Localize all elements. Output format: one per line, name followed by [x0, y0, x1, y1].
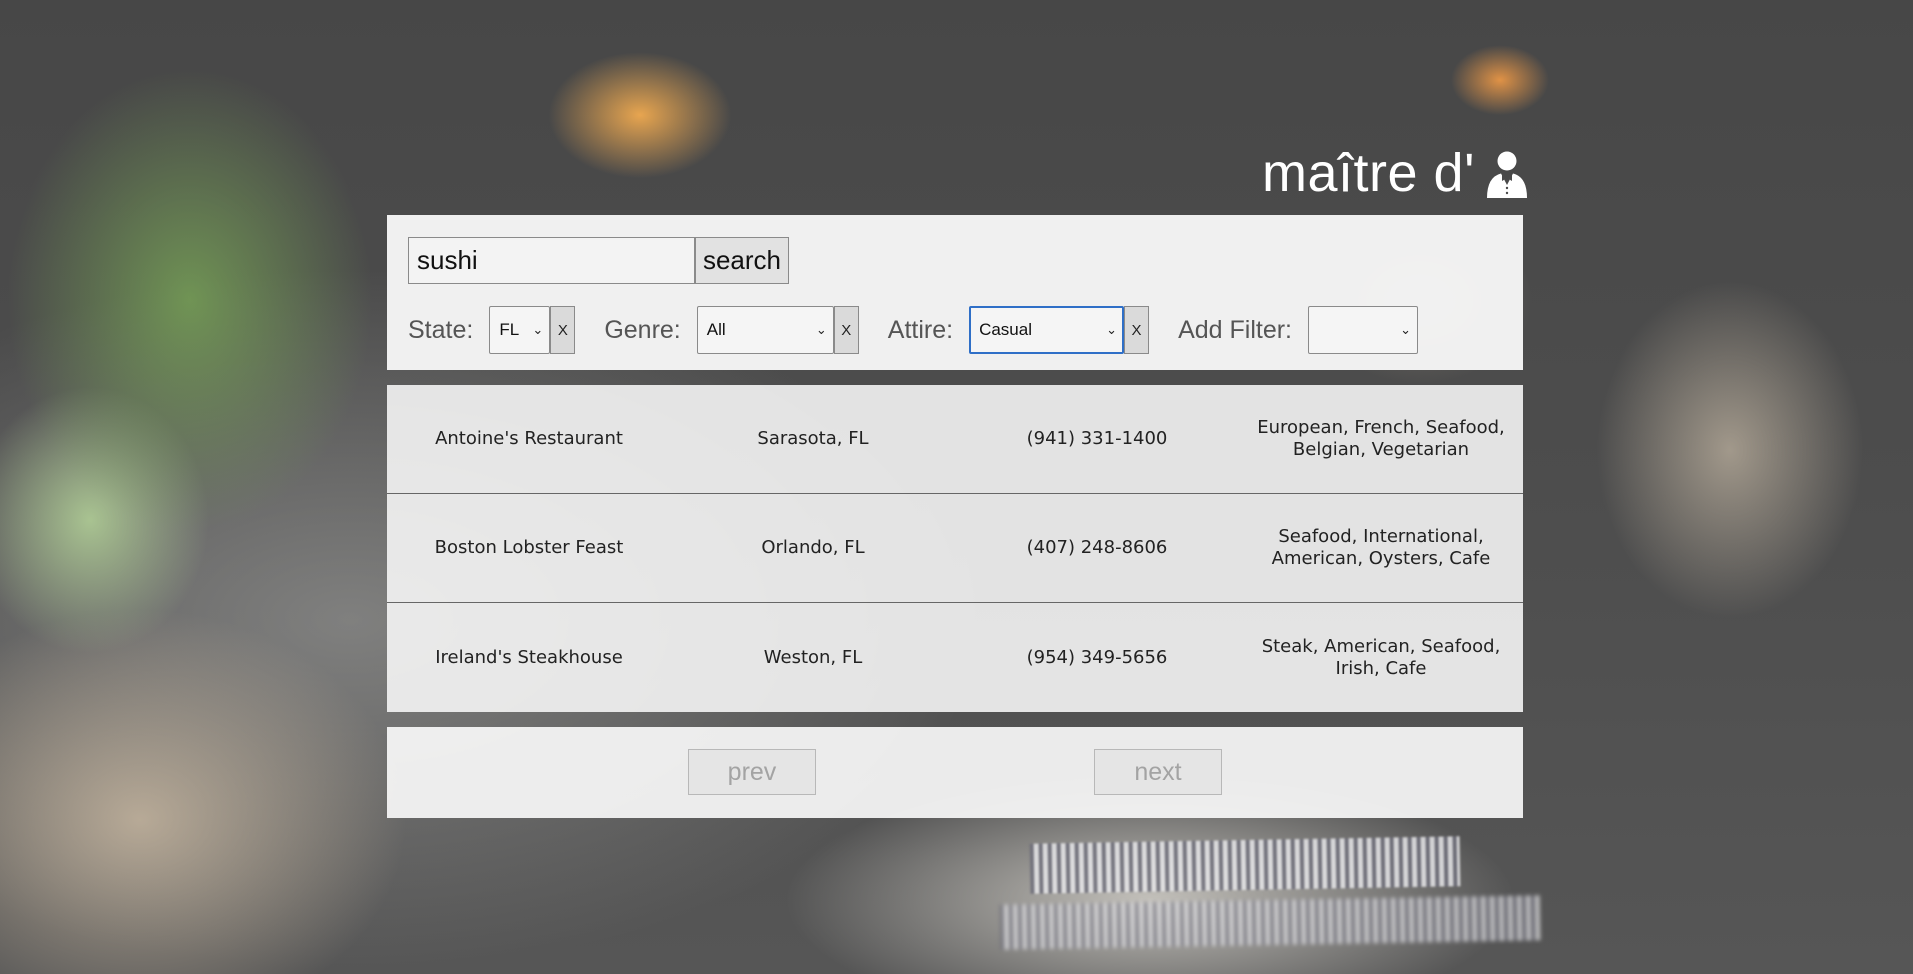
chevron-down-icon: ⌄ — [532, 322, 544, 337]
restaurant-name: Ireland's Steakhouse — [435, 646, 623, 668]
restaurant-location: Weston, FL — [763, 646, 863, 668]
restaurant-location: Sarasota, FL — [757, 428, 869, 449]
restaurant-name: Antoine's Restaurant — [435, 428, 623, 449]
restaurant-cuisine: European, French, Seafood, Belgian, Vege… — [1257, 417, 1505, 460]
attire-select[interactable]: Casual ⌄ — [969, 306, 1125, 354]
result-row[interactable]: Boston Lobster Feast Orlando, FL (407) 2… — [387, 494, 1523, 603]
restaurant-phone: (941) 331-1400 — [1026, 428, 1168, 449]
brand-name: maître d' — [1262, 143, 1475, 203]
restaurant-phone: (954) 349-5656 — [1026, 646, 1168, 668]
clear-genre-button[interactable]: X — [833, 306, 859, 354]
restaurant-location: Orlando, FL — [761, 537, 865, 558]
restaurant-name: Boston Lobster Feast — [434, 537, 624, 558]
chevron-down-icon: ⌄ — [815, 322, 827, 337]
background-napkin — [999, 895, 1541, 950]
state-select[interactable]: FL ⌄ — [489, 306, 551, 354]
restaurant-phone: (407) 248-8606 — [1026, 537, 1168, 558]
results-list: Antoine's Restaurant Sarasota, FL (941) … — [387, 385, 1523, 712]
chevron-down-icon: ⌄ — [1106, 322, 1118, 337]
restaurant-cuisine: Seafood, International, American, Oyster… — [1271, 526, 1491, 569]
search-bar: search — [408, 237, 789, 284]
add-filter-select[interactable]: ⌄ — [1308, 306, 1418, 354]
genre-select[interactable]: All ⌄ — [696, 306, 834, 354]
state-select-value: FL — [499, 320, 520, 339]
pagination-bar: prev next — [387, 727, 1523, 818]
filter-bar: State: FL ⌄ X Genre: All ⌄ X Attire: Cas… — [408, 306, 1418, 354]
background-napkin — [1029, 836, 1461, 894]
attire-filter-label: Attire: — [887, 315, 954, 344]
genre-filter-label: Genre: — [604, 315, 681, 344]
search-input[interactable] — [408, 237, 695, 284]
restaurant-cuisine: Steak, American, Seafood, Irish, Cafe — [1261, 635, 1501, 679]
result-row[interactable]: Antoine's Restaurant Sarasota, FL (941) … — [387, 385, 1523, 494]
genre-select-value: All — [706, 320, 726, 339]
next-button[interactable]: next — [1094, 749, 1222, 795]
clear-state-button[interactable]: X — [550, 306, 576, 354]
clear-attire-button[interactable]: X — [1124, 306, 1150, 354]
add-filter-label: Add Filter: — [1178, 315, 1292, 344]
search-panel: search State: FL ⌄ X Genre: All ⌄ X Atti… — [387, 215, 1523, 370]
prev-button[interactable]: prev — [688, 749, 816, 795]
chevron-down-icon: ⌄ — [1400, 322, 1411, 337]
brand-logo: maître d' — [1262, 138, 1529, 208]
attire-select-value: Casual — [979, 320, 1032, 339]
result-row[interactable]: Ireland's Steakhouse Weston, FL (954) 34… — [387, 603, 1523, 712]
waiter-icon — [1485, 148, 1529, 198]
search-button[interactable]: search — [695, 237, 789, 284]
state-filter-label: State: — [408, 315, 474, 344]
